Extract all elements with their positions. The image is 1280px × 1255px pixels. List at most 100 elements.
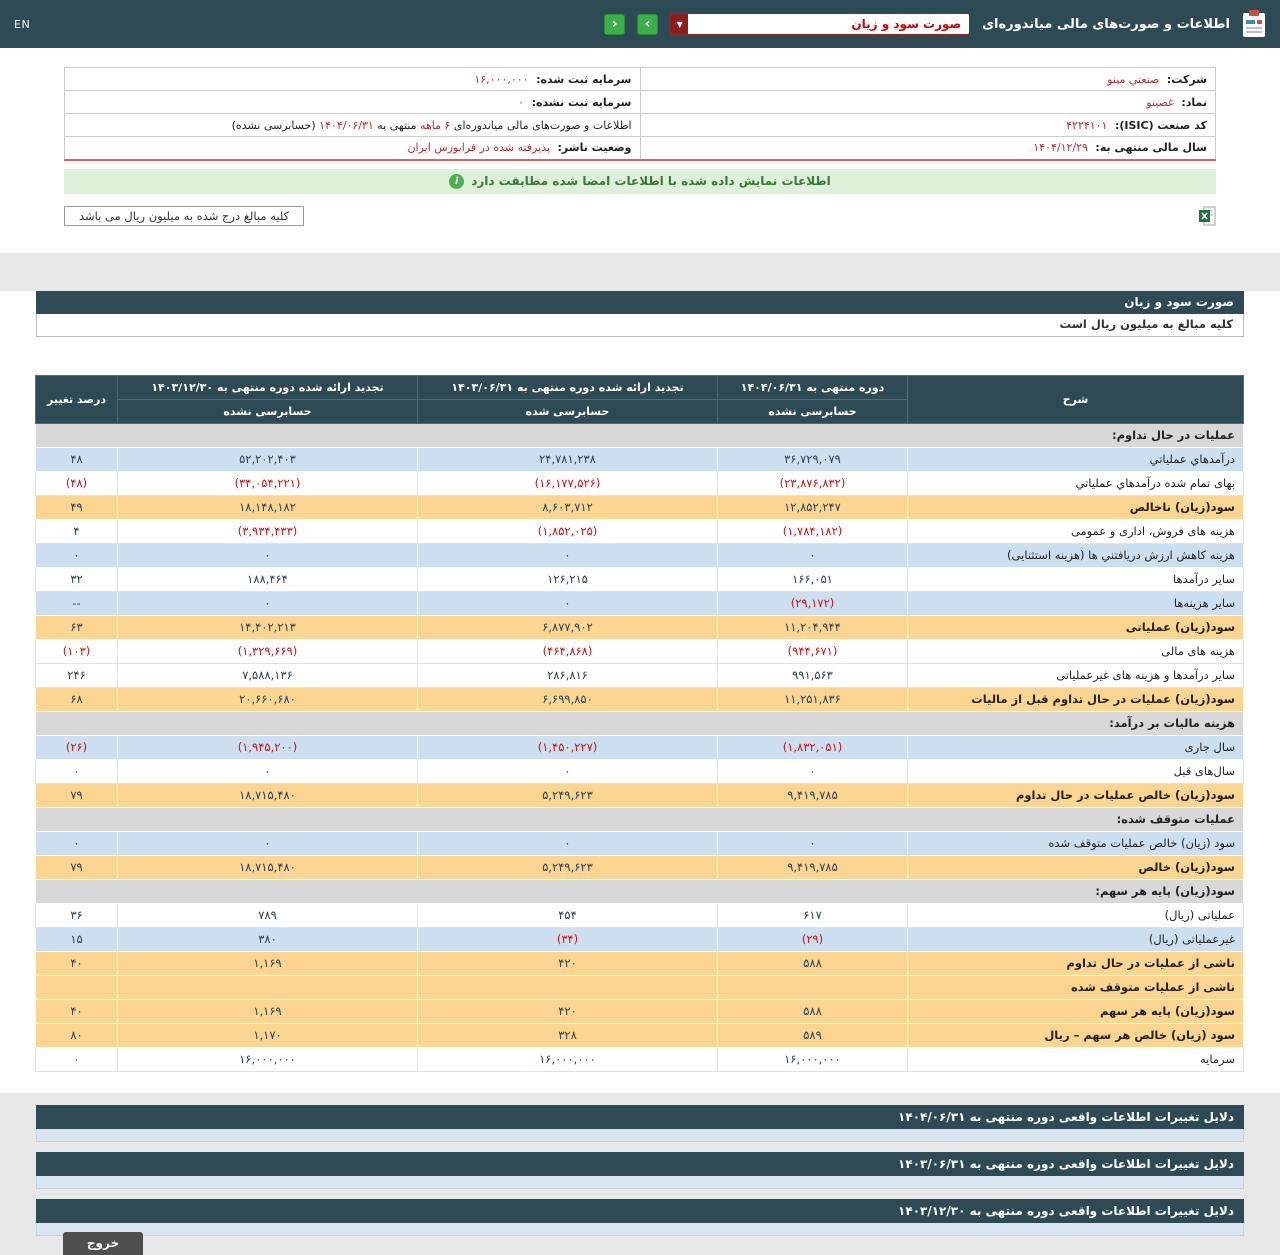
row-label: هزینه کاهش ارزش دریافتني ها (هزینه استثن… xyxy=(907,542,1244,568)
column-header-audit-1: حسابرسی نشده xyxy=(717,398,908,424)
row-label: بهای تمام شده درآمدهاي عملياتي xyxy=(907,470,1244,496)
row-label: سال جاری xyxy=(907,734,1244,760)
table-row: ناشی از عملیات در حال تداوم ۵۸۸ ۴۲۰ ۱,۱۶۹ ۴۰ xyxy=(35,950,1244,976)
fiscal-year-value: ۱۴۰۴/۱۲/۲۹ xyxy=(1033,141,1088,155)
row-value-period-2: ۶,۶۹۹,۸۵۰ xyxy=(417,686,718,712)
report-type-select[interactable]: صورت سود و زیان ▼ xyxy=(670,13,971,35)
language-toggle[interactable]: EN xyxy=(14,18,30,31)
report-type-selected-value: صورت سود و زیان xyxy=(851,17,962,31)
row-value-period-3: ۷,۵۸۸,۱۳۶ xyxy=(117,662,418,688)
footnote-section: دلایل تغییرات اطلاعات واقعی دوره منتهی ب… xyxy=(36,1198,1244,1236)
company-label: شرکت: xyxy=(1166,72,1207,86)
row-percent-change xyxy=(35,974,118,1000)
row-value-period-2: ۰ xyxy=(417,830,718,856)
row-value-period-2: ۲۸۶,۸۱۶ xyxy=(417,662,718,688)
unregistered-capital-cell: سرمایه ثبت نشده: ۰ xyxy=(64,90,641,114)
column-header-audit-2: حسابرسی شده xyxy=(417,398,718,424)
row-value-period-3: ۱,۱۷۰ xyxy=(117,1022,418,1048)
section-row: هزینه مالیات بر درآمد: xyxy=(35,710,1244,736)
row-value-period-1: (۱,۸۳۲,۰۵۱) xyxy=(717,734,908,760)
isic-value: ۴۲۲۴۱۰۱ xyxy=(1066,118,1108,132)
period-date: ۱۴۰۴/۰۶/۳۱ xyxy=(319,118,374,132)
excel-export-button[interactable] xyxy=(1199,206,1216,226)
tools-row: کلیه مبالغ درج شده به میلیون ریال می باش… xyxy=(64,205,1216,226)
row-label: سود(زیان) خالص عملیات در حال تداوم xyxy=(907,782,1244,808)
row-label: ناشی از عملیات متوقف شده xyxy=(907,974,1244,1000)
row-label: غیرعملیاتی (ریال) xyxy=(907,926,1244,952)
row-value-period-3: ۱۸,۷۱۵,۴۸۰ xyxy=(117,782,418,808)
section-label: عملیات متوقف شده: xyxy=(35,806,1244,832)
column-header-percent-change: درصد تغییر xyxy=(35,374,118,424)
row-value-period-2: ۴۲۰ xyxy=(417,998,718,1024)
publisher-status-value: پذيرفته شده در فرابورس ايران xyxy=(407,141,551,155)
row-value-period-3: (۳,۹۳۴,۴۳۳) xyxy=(117,518,418,544)
row-value-period-1: ۳۶,۷۲۹,۰۷۹ xyxy=(717,446,908,472)
row-label: ناشی از عملیات در حال تداوم xyxy=(907,950,1244,976)
symbol-label: نماد: xyxy=(1181,95,1207,109)
nav-forward-button[interactable]: › xyxy=(637,13,659,35)
row-value-period-1: ۹۹۱,۵۶۳ xyxy=(717,662,908,688)
company-info-table: شرکت: صنعتي مينو سرمایه ثبت شده: ۱۶,۰۰۰,… xyxy=(64,67,1216,161)
table-row: درآمدهاي عملياتي ۳۶,۷۲۹,۰۷۹ ۲۴,۷۸۱,۲۳۸ ۵۲,۲… xyxy=(35,446,1244,472)
row-value-period-2: ۰ xyxy=(417,542,718,568)
nav-back-button[interactable]: ‹ xyxy=(604,13,626,35)
footnote-header[interactable]: دلایل تغییرات اطلاعات واقعی دوره منتهی ب… xyxy=(36,1104,1244,1129)
row-value-period-1 xyxy=(717,974,908,1000)
table-row: سود (زیان) خالص عملیات متوقف شده ۰ ۰ ۰ ۰ xyxy=(35,830,1244,856)
background-band xyxy=(0,252,1280,291)
row-label: عملیاتی (ریال) xyxy=(907,902,1244,928)
row-percent-change: ۴۰ xyxy=(35,950,118,976)
table-row: سایر درآمدها و هزینه های غیرعملیاتی ۹۹۱,۵… xyxy=(35,662,1244,688)
row-value-period-1: ۵۸۹ xyxy=(717,1022,908,1048)
row-label: سایر درآمدها xyxy=(907,566,1244,592)
unregistered-capital-value: ۰ xyxy=(518,95,525,109)
row-value-period-3: ۳۸۰ xyxy=(117,926,418,952)
info-row: شرکت: صنعتي مينو سرمایه ثبت شده: ۱۶,۰۰۰,… xyxy=(64,67,1216,91)
row-value-period-2: ۵,۲۴۹,۶۲۳ xyxy=(417,854,718,880)
row-value-period-1: ۰ xyxy=(717,830,908,856)
footnote-header[interactable]: دلایل تغییرات اطلاعات واقعی دوره منتهی ب… xyxy=(36,1198,1244,1223)
row-value-period-1: (۲۳,۸۷۶,۸۳۲) xyxy=(717,470,908,496)
statement-subtitle: کلیه مبالغ به میلیون ریال است xyxy=(36,313,1244,337)
info-row: سال مالی منتهی به: ۱۴۰۴/۱۲/۲۹ وضعیت ناشر… xyxy=(64,136,1216,160)
row-value-period-1: (۲۹) xyxy=(717,926,908,952)
row-value-period-1: ۱۱,۲۵۱,۸۳۶ xyxy=(717,686,908,712)
row-value-period-1: ۹,۴۱۹,۷۸۵ xyxy=(717,782,908,808)
company-info-section: شرکت: صنعتي مينو سرمایه ثبت شده: ۱۶,۰۰۰,… xyxy=(64,67,1216,161)
row-value-period-2: ۰ xyxy=(417,590,718,616)
section-label: سود(زیان) پایه هر سهم: xyxy=(35,878,1244,904)
row-value-period-2: ۵,۲۴۹,۶۲۳ xyxy=(417,782,718,808)
excel-icon xyxy=(1199,206,1216,225)
exit-row: خروج xyxy=(36,1231,1244,1255)
row-value-period-1: ۰ xyxy=(717,758,908,784)
fiscal-year-label: سال مالی منتهی به: xyxy=(1095,141,1207,155)
company-value: صنعتي مينو xyxy=(1107,72,1160,86)
row-value-period-2: ۰ xyxy=(417,758,718,784)
section-row: عملیات متوقف شده: xyxy=(35,806,1244,832)
table-row: سود(زیان) عملیات در حال تداوم قبل از مال… xyxy=(35,686,1244,712)
table-row: ناشی از عملیات متوقف شده xyxy=(35,974,1244,1000)
column-header-audit-3: حسابرسی نشده xyxy=(117,398,418,424)
row-percent-change: (۱۰۳) xyxy=(35,638,118,664)
amounts-note: کلیه مبالغ درج شده به میلیون ریال می باش… xyxy=(64,205,305,226)
report-period-cell: اطلاعات و صورت‌های مالی میاندوره‌ای ۶ ما… xyxy=(64,113,641,137)
row-value-period-3: ۱,۱۶۹ xyxy=(117,950,418,976)
table-row: سود(زیان) پایه هر سهم ۵۸۸ ۴۲۰ ۱,۱۶۹ ۴۰ xyxy=(35,998,1244,1024)
row-value-period-2: ۸,۶۰۳,۷۱۲ xyxy=(417,494,718,520)
table-row: بهای تمام شده درآمدهاي عملياتي (۲۳,۸۷۶,۸۳… xyxy=(35,470,1244,496)
signature-banner-text: اطلاعات نمایش داده شده با اطلاعات امضا ش… xyxy=(471,174,831,188)
table-row: غیرعملیاتی (ریال) (۲۹) (۳۴) ۳۸۰ ۱۵ xyxy=(35,926,1244,952)
section-row: عملیات در حال تداوم: xyxy=(35,422,1244,448)
row-value-period-2: ۱۶,۰۰۰,۰۰۰ xyxy=(417,1046,718,1072)
signature-match-banner: اطلاعات نمایش داده شده با اطلاعات امضا ش… xyxy=(64,168,1216,194)
footnotes: دلایل تغییرات اطلاعات واقعی دوره منتهی ب… xyxy=(36,1104,1244,1236)
column-header-description: شرح xyxy=(907,374,1244,424)
row-value-period-3: ۵۲,۲۰۲,۴۰۳ xyxy=(117,446,418,472)
row-value-period-3: (۳۴,۰۵۴,۲۲۱) xyxy=(117,470,418,496)
table-row: سال جاری (۱,۸۳۲,۰۵۱) (۱,۴۵۰,۲۲۷) (۱,۹۴۵,۲۰۰… xyxy=(35,734,1244,760)
exit-button[interactable]: خروج xyxy=(63,1231,143,1255)
footnote-header[interactable]: دلایل تغییرات اطلاعات واقعی دوره منتهی ب… xyxy=(36,1151,1244,1176)
statement-table: شرح دوره منتهی به ۱۴۰۴/۰۶/۳۱ تجدید ارائه… xyxy=(35,374,1244,1072)
period-text: منتهی به xyxy=(373,118,421,132)
row-label: هزینه های مالی xyxy=(907,638,1244,664)
